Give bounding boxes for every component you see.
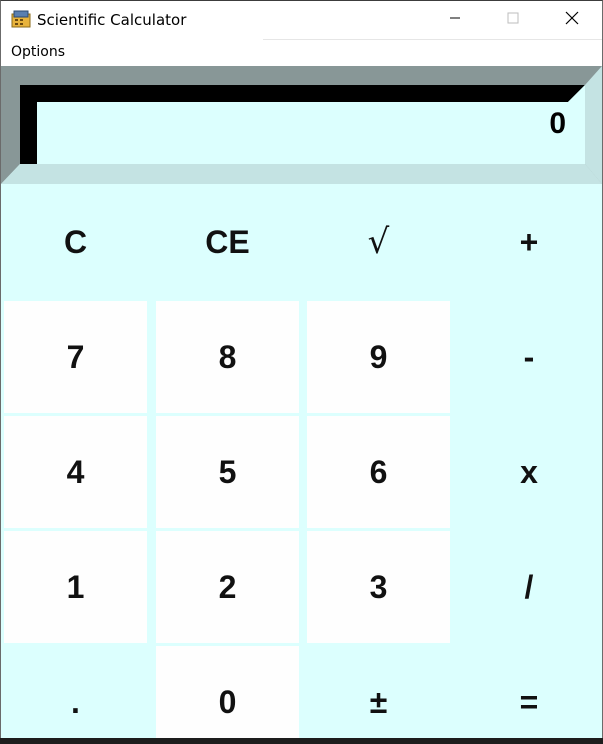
calculator-window: Scientific Calculator Options 0 C CE √ +… [0, 0, 603, 740]
close-button[interactable] [542, 1, 602, 39]
minimize-icon [449, 11, 461, 29]
display-value: 0 [549, 107, 566, 140]
divide-button[interactable]: / [458, 531, 600, 643]
digit-6-button[interactable]: 6 [307, 416, 450, 528]
maximize-icon [507, 11, 519, 29]
close-icon [565, 11, 579, 30]
window-title: Scientific Calculator [37, 11, 187, 29]
display-bezel [1, 66, 602, 184]
title-bar[interactable]: Scientific Calculator [1, 1, 602, 39]
add-button[interactable]: + [458, 186, 600, 298]
menu-bar: Options [1, 40, 602, 64]
keypad: C CE √ + 7 8 9 - 4 5 6 x 1 2 3 / . 0 ± = [1, 184, 602, 739]
taskbar-edge [0, 738, 603, 744]
maximize-button[interactable] [483, 1, 543, 39]
digit-9-button[interactable]: 9 [307, 301, 450, 413]
calculator-app-icon [11, 10, 31, 28]
digit-5-button[interactable]: 5 [156, 416, 299, 528]
digit-1-button[interactable]: 1 [4, 531, 147, 643]
menu-item-options[interactable]: Options [11, 44, 65, 60]
multiply-button[interactable]: x [458, 416, 600, 528]
minimize-button[interactable] [425, 1, 485, 39]
decimal-point-button[interactable]: . [4, 646, 147, 739]
digit-8-button[interactable]: 8 [156, 301, 299, 413]
digit-0-button[interactable]: 0 [156, 646, 299, 739]
plus-minus-button[interactable]: ± [307, 646, 450, 739]
digit-3-button[interactable]: 3 [307, 531, 450, 643]
subtract-button[interactable]: - [458, 301, 600, 413]
equals-button[interactable]: = [458, 646, 600, 739]
digit-7-button[interactable]: 7 [4, 301, 147, 413]
clear-button[interactable]: C [4, 186, 147, 298]
display-panel: 0 [1, 66, 602, 184]
clear-entry-button[interactable]: CE [156, 186, 299, 298]
digit-4-button[interactable]: 4 [4, 416, 147, 528]
digit-2-button[interactable]: 2 [156, 531, 299, 643]
square-root-button[interactable]: √ [307, 186, 450, 298]
